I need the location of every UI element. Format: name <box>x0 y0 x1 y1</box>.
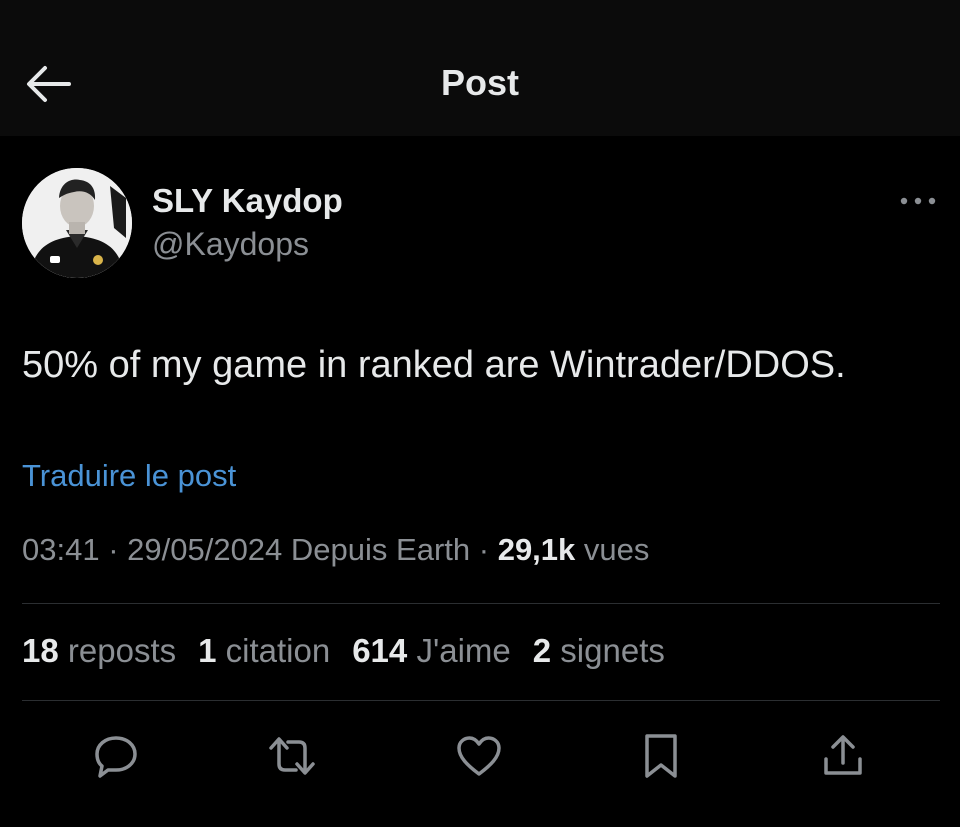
post-location: Depuis Earth <box>290 532 471 567</box>
divider <box>22 700 940 701</box>
views-label: vues <box>583 532 650 567</box>
reposts-count: 18 <box>22 632 59 669</box>
action-bar <box>0 718 960 796</box>
avatar-photo <box>22 168 132 278</box>
post-text: 50% of my game in ranked are Wintrader/D… <box>22 344 846 386</box>
separator-dot: · <box>108 532 128 567</box>
author-display-name[interactable]: SLY Kaydop <box>152 182 343 220</box>
separator-dot: · <box>478 532 498 567</box>
bookmarks-label: signets <box>560 632 665 669</box>
repost-icon <box>269 737 315 775</box>
bookmark-button[interactable] <box>631 726 691 786</box>
like-icon <box>457 736 501 776</box>
translate-post-link[interactable]: Traduire le post <box>22 458 236 494</box>
likes-stat[interactable]: 614 J'aime <box>352 632 511 670</box>
quotes-count: 1 <box>198 632 217 669</box>
views-count: 29,1k <box>497 532 576 567</box>
post-date: 29/05/2024 <box>127 532 283 567</box>
top-bar: Post <box>0 0 960 136</box>
engagement-stats: 18 reposts 1 citation 614 J'aime 2 signe… <box>22 632 665 670</box>
likes-count: 614 <box>352 632 408 669</box>
quotes-stat[interactable]: 1 citation <box>198 632 330 670</box>
reply-icon <box>95 736 137 778</box>
reposts-stat[interactable]: 18 reposts <box>22 632 176 670</box>
author-handle[interactable]: @Kaydops <box>152 226 309 263</box>
avatar[interactable] <box>22 168 132 278</box>
post-metadata: 03:41 · 29/05/2024 Depuis Earth · 29,1k … <box>22 532 649 568</box>
bookmark-icon <box>645 734 677 778</box>
bookmarks-stat[interactable]: 2 signets <box>533 632 665 670</box>
divider <box>22 603 940 604</box>
share-icon <box>824 735 862 775</box>
reply-button[interactable] <box>86 726 146 786</box>
post-time: 03:41 <box>22 532 100 567</box>
more-options-button[interactable] <box>896 188 940 214</box>
reposts-label: reposts <box>67 632 177 669</box>
page-title: Post <box>440 62 519 103</box>
more-horizontal-icon <box>900 197 936 205</box>
like-button[interactable] <box>449 726 509 786</box>
bookmarks-count: 2 <box>532 632 552 669</box>
quotes-label: citation <box>225 632 331 669</box>
repost-button[interactable] <box>262 726 322 786</box>
likes-label: J'aime <box>416 632 511 669</box>
share-button[interactable] <box>813 726 873 786</box>
